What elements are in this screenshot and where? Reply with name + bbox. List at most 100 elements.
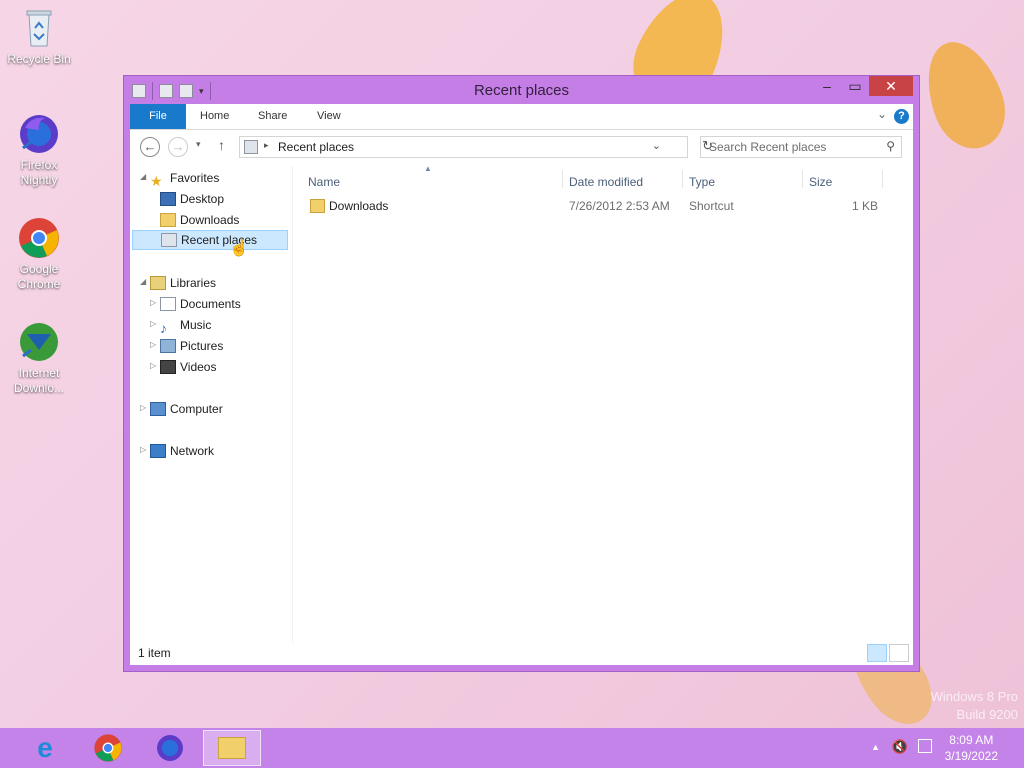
expand-arrow-icon[interactable]: ▷	[150, 298, 156, 307]
desktop-icon-firefox-nightly[interactable]: Firefox Nightly	[4, 112, 74, 188]
nav-recent-places[interactable]: Recent places	[132, 230, 288, 250]
windows-watermark: Windows 8 Pro Build 9200	[931, 688, 1018, 724]
item-count: 1 item	[138, 646, 171, 660]
column-header-date-modified[interactable]: Date modified	[569, 172, 643, 192]
wallpaper-petal	[913, 31, 1017, 159]
expand-arrow-icon[interactable]: ▷	[150, 361, 156, 370]
column-divider[interactable]	[682, 170, 683, 188]
column-divider[interactable]	[562, 170, 563, 188]
nav-label: Documents	[180, 297, 241, 311]
forward-button[interactable]: →	[168, 137, 188, 157]
expand-arrow-icon[interactable]: ▷	[140, 445, 146, 454]
collapse-arrow-icon[interactable]: ◢	[140, 277, 146, 286]
nav-favorites[interactable]: ★ Favorites	[150, 168, 220, 189]
tab-share[interactable]: Share	[258, 104, 287, 129]
downloads-folder-icon	[160, 213, 176, 227]
recent-places-icon	[161, 233, 177, 247]
column-divider[interactable]	[882, 170, 883, 188]
clock-date: 3/19/2022	[944, 749, 998, 763]
nav-pictures[interactable]: Pictures	[160, 336, 223, 356]
title-bar[interactable]: ▾ Recent places – ▭ ✕	[124, 76, 919, 104]
nav-label: Music	[180, 318, 212, 332]
firefox-nightly-icon	[157, 735, 183, 761]
sort-arrow-icon: ▲	[424, 164, 432, 173]
up-button[interactable]: ↑	[218, 137, 225, 153]
nav-label: Pictures	[180, 339, 224, 353]
nav-label: Favorites	[170, 171, 220, 185]
downloads-shortcut-icon	[310, 199, 325, 213]
column-divider[interactable]	[802, 170, 803, 188]
column-header-name[interactable]: Name	[308, 172, 340, 192]
address-dropdown-icon[interactable]: ⌄	[652, 139, 661, 152]
nav-network[interactable]: Network	[150, 441, 214, 461]
tab-file[interactable]: File	[130, 104, 186, 129]
nav-music[interactable]: ♪ Music	[160, 315, 212, 336]
status-bar: 1 item	[130, 643, 913, 665]
details-view-icon[interactable]	[867, 644, 887, 662]
nav-documents[interactable]: Documents	[160, 294, 241, 314]
minimize-button[interactable]: –	[813, 76, 841, 96]
nav-label: Network	[170, 444, 215, 458]
address-bar[interactable]: ▸ Recent places ⌄ ↻	[239, 136, 713, 158]
libraries-icon	[150, 276, 166, 290]
taskbar-file-explorer[interactable]	[203, 730, 261, 766]
recent-places-icon	[244, 140, 258, 154]
star-icon: ★	[150, 173, 163, 189]
column-header-type[interactable]: Type	[689, 172, 715, 192]
file-row[interactable]: Downloads 7/26/2012 2:53 AM Shortcut 1 K…	[300, 196, 913, 216]
search-box[interactable]: Search Recent places ⚲	[700, 136, 902, 158]
back-button[interactable]: ←	[140, 137, 160, 157]
explorer-window: ▾ Recent places – ▭ ✕ File Home Share Vi…	[123, 75, 920, 672]
chrome-icon	[17, 216, 61, 260]
tab-view[interactable]: View	[317, 104, 341, 129]
internet-explorer-icon: e	[37, 732, 53, 763]
volume-muted-icon[interactable]: 🔇	[892, 739, 908, 755]
nav-videos[interactable]: Videos	[160, 357, 216, 377]
file-list: ▲ Name Date modified Type Size Downloads…	[300, 164, 913, 643]
desktop-icon-label: Google Chrome	[17, 262, 61, 291]
desktop-icon-internet-download-manager[interactable]: Internet Downlo...	[4, 320, 74, 396]
collapse-arrow-icon[interactable]: ◢	[140, 172, 146, 181]
nav-label: Videos	[180, 360, 217, 374]
videos-icon	[160, 360, 176, 374]
large-icons-view-icon[interactable]	[889, 644, 909, 662]
system-clock[interactable]: 8:09 AM 3/19/2022	[945, 732, 998, 764]
expand-arrow-icon[interactable]: ▷	[150, 340, 156, 349]
tab-home[interactable]: Home	[200, 104, 229, 129]
taskbar-firefox-nightly[interactable]	[143, 730, 197, 766]
search-input[interactable]: Search Recent places	[709, 140, 826, 154]
file-size: 1 KB	[852, 199, 879, 213]
nav-libraries[interactable]: Libraries	[150, 273, 216, 293]
taskbar: e ▲ 🔇 8:09 AM 3/19/2022	[0, 728, 1024, 768]
desktop-icon-recycle-bin[interactable]: Recycle Bin	[4, 6, 74, 67]
documents-icon	[160, 297, 176, 311]
breadcrumb-chevron-icon[interactable]: ▸	[264, 140, 269, 151]
network-icon	[150, 444, 166, 458]
music-icon: ♪	[160, 320, 167, 336]
download-manager-icon	[17, 320, 61, 364]
pane-splitter[interactable]	[292, 166, 293, 643]
maximize-button[interactable]: ▭	[841, 76, 869, 96]
desktop-icon	[160, 192, 176, 206]
nav-downloads[interactable]: Downloads	[160, 210, 239, 230]
show-hidden-icons-icon[interactable]: ▲	[871, 742, 880, 752]
pictures-icon	[160, 339, 176, 353]
search-icon[interactable]: ⚲	[886, 139, 895, 153]
nav-computer[interactable]: Computer	[150, 399, 223, 419]
clock-time: 8:09 AM	[949, 733, 994, 747]
taskbar-internet-explorer[interactable]: e	[18, 730, 72, 766]
expand-arrow-icon[interactable]: ▷	[150, 319, 156, 328]
recent-locations-icon[interactable]: ▾	[196, 139, 201, 150]
nav-label: Desktop	[180, 192, 225, 206]
close-button[interactable]: ✕	[869, 76, 913, 96]
network-tray-icon[interactable]	[918, 739, 932, 753]
column-header-size[interactable]: Size	[809, 172, 832, 192]
address-text: Recent places	[278, 140, 355, 154]
expand-ribbon-icon[interactable]: ⌄	[877, 107, 887, 121]
expand-arrow-icon[interactable]: ▷	[140, 403, 146, 412]
taskbar-chrome[interactable]	[81, 730, 135, 766]
help-icon[interactable]: ?	[894, 109, 909, 124]
computer-icon	[150, 402, 166, 416]
desktop-icon-google-chrome[interactable]: Google Chrome	[4, 216, 74, 292]
nav-desktop[interactable]: Desktop	[160, 189, 224, 209]
